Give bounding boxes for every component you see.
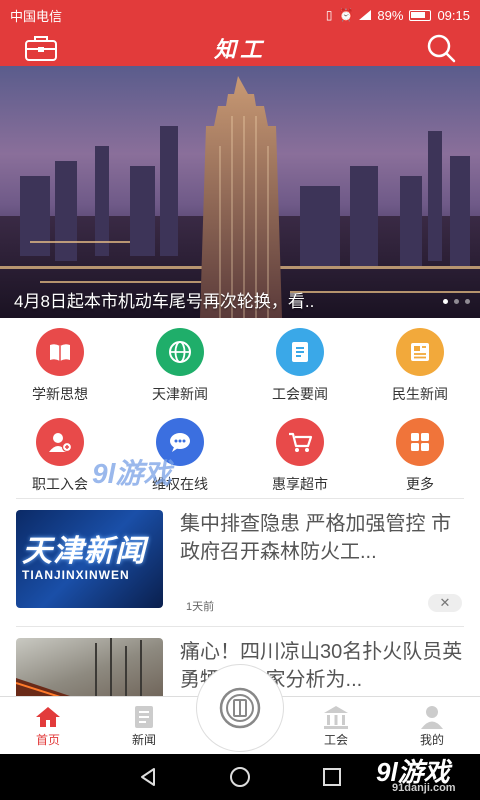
union-emblem-button[interactable] [196,664,284,752]
clock: 09:15 [437,7,470,23]
category-label: 工会要闻 [272,386,328,402]
carousel-indicator [443,299,470,304]
tab-mine[interactable]: 我的 [384,697,480,754]
category-study-thought[interactable]: 学新思想 [0,318,120,408]
news-thumbnail: 天津新闻 TIANJINXINWEN [16,510,163,608]
battery-icon [409,9,432,21]
document-icon [276,328,324,376]
category-tianjin-news[interactable]: 天津新闻 [120,318,240,408]
news-item[interactable]: 天津新闻 TIANJINXINWEN 集中排查隐患 严格加强管控 市政府召开森林… [0,500,480,628]
category-more[interactable]: 更多 [360,408,480,498]
signal-icon [359,10,372,20]
category-union-news[interactable]: 工会要闻 [240,318,360,408]
banner-caption[interactable]: 4月8日起本市机动车尾号再次轮换，看.. [14,287,314,312]
category-label: 职工入会 [32,476,88,492]
category-label: 学新思想 [32,386,88,402]
alarm-icon: ⏰ [338,8,354,22]
watermark-logo: 9l游戏 [92,458,172,489]
home-circle-icon[interactable] [229,766,251,788]
app-header: 知工 [0,30,480,66]
thumb-title-en: TIANJINXINWEN [22,568,130,582]
cart-icon [276,418,324,466]
carousel-dot [454,299,459,304]
back-icon[interactable] [137,766,159,788]
globe-icon [156,328,204,376]
app-title: 知工 [213,37,266,63]
tab-label: 新闻 [131,733,156,747]
carousel-dot [465,299,470,304]
grid-icon [396,418,444,466]
category-label: 惠享超市 [272,476,328,492]
tab-news[interactable]: 新闻 [96,697,192,754]
dismiss-button[interactable]: ✕ [428,594,462,612]
tab-home[interactable]: 首页 [0,697,96,754]
banner-carousel[interactable]: 4月8日起本市机动车尾号再次轮换，看.. [0,66,480,318]
news-time: 1天前 [186,601,215,613]
home-icon [33,703,63,731]
category-livelihood-news[interactable]: 民生新闻 [360,318,480,408]
user-icon [417,703,447,731]
newspaper-icon [396,328,444,376]
watermark-domain: 91danji.com [392,782,456,794]
category-label: 更多 [406,476,434,492]
thumb-title-cn: 天津新闻 [22,535,146,568]
briefcase-icon[interactable] [24,34,58,62]
book-icon [36,328,84,376]
union-emblem-icon [219,687,261,729]
tab-union[interactable]: 工会 [288,697,384,754]
battery-percent: 89% [377,7,404,23]
category-shop[interactable]: 惠享超市 [240,408,360,498]
divider [16,626,464,627]
building-icon [321,703,351,731]
news-icon [129,703,159,731]
add-person-icon [36,418,84,466]
search-icon[interactable] [426,33,456,63]
carousel-dot [443,299,448,304]
category-label: 民生新闻 [392,386,448,402]
vibrate-icon: ▯ [325,8,333,22]
news-headline[interactable]: 集中排查隐患 严格加强管控 市政府召开森林防火工... [180,510,464,566]
category-label: 天津新闻 [152,386,208,402]
divider [16,498,464,499]
tab-label: 我的 [419,733,444,747]
recents-icon[interactable] [321,766,343,788]
tab-label: 工会 [323,733,348,747]
tab-label: 首页 [35,733,60,747]
status-bar: 中国电信 ▯ ⏰ 89% 09:15 [0,0,480,30]
carrier-label: 中国电信 [10,8,63,24]
category-grid: 学新思想 天津新闻 工会要闻 民生新闻 职工入会 维权在线 惠享超市 更多 [0,318,480,498]
city-skyline-image [0,76,480,318]
